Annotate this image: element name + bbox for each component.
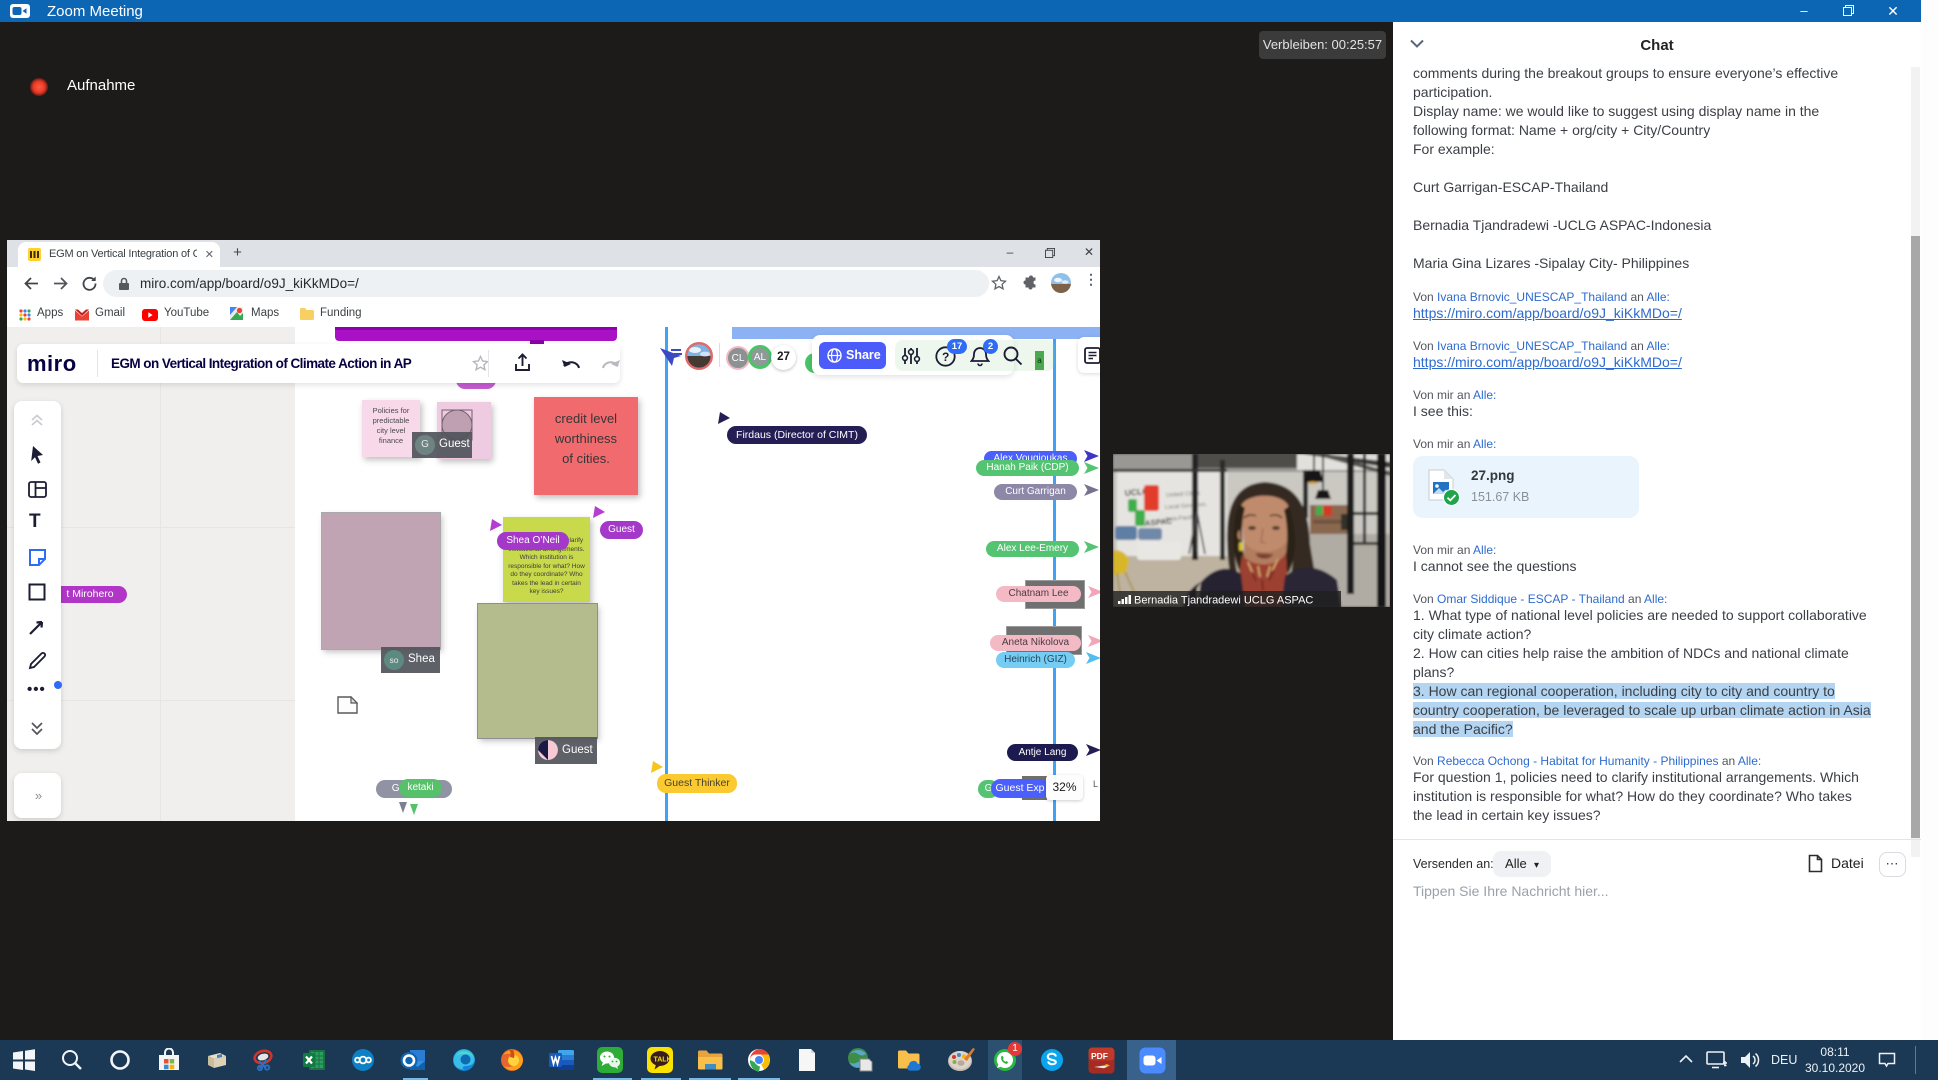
svg-text:?: ?: [942, 350, 949, 364]
svg-text:Bernadia Tjandradewi UCLG ASPA: Bernadia Tjandradewi UCLG ASPAC: [1134, 595, 1313, 607]
